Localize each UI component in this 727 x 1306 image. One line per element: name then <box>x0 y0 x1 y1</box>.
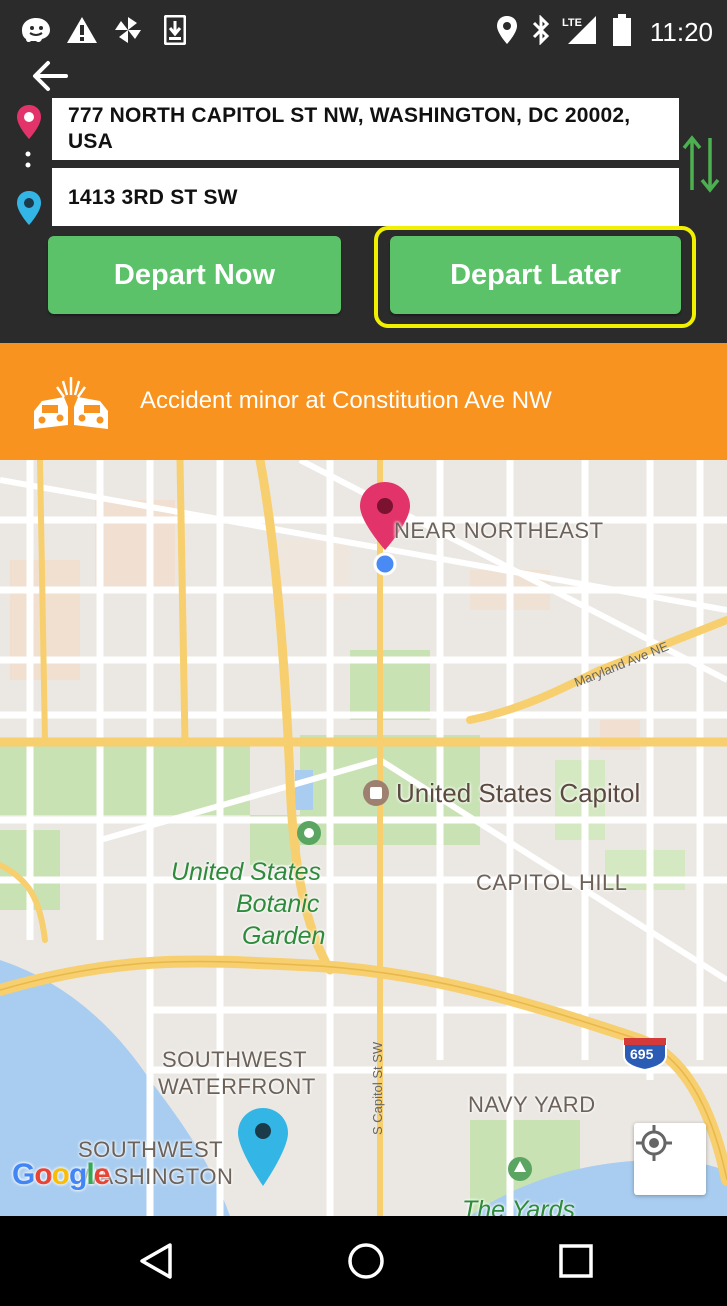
pinwheel-icon <box>110 14 146 46</box>
botanic-line2: Botanic <box>236 890 320 918</box>
label-the-yards: The Yards <box>462 1196 576 1216</box>
sw-waterfront-line2: WATERFRONT <box>158 1074 316 1099</box>
to-address-field[interactable]: 1413 3RD ST SW <box>52 168 679 226</box>
label-sw-waterfront: SOUTHWEST WATERFRONT <box>158 1046 316 1100</box>
alert-text: Accident minor at Constitution Ave NW <box>140 387 552 414</box>
google-letter: o <box>34 1158 52 1191</box>
status-bar: LTE 11:20 <box>0 0 727 60</box>
destination-pin-icon <box>16 190 42 226</box>
location-icon <box>494 14 520 46</box>
nav-recents-button[interactable] <box>546 1236 606 1286</box>
home-circle-icon <box>348 1243 384 1279</box>
back-button[interactable] <box>30 60 82 92</box>
system-nav-bar <box>0 1216 727 1306</box>
bluetooth-icon <box>528 14 554 46</box>
car-crash-icon <box>30 373 112 433</box>
nav-home-button[interactable] <box>336 1236 396 1286</box>
crosshair-icon <box>636 1125 672 1161</box>
current-location-dot <box>373 552 397 576</box>
route-dots <box>24 148 32 172</box>
botanic-line1: United States <box>170 858 322 886</box>
google-letter: o <box>51 1158 70 1191</box>
map-canvas <box>0 460 727 1216</box>
depart-later-button[interactable]: Depart Later <box>390 236 681 314</box>
clock: 11:20 <box>649 17 713 47</box>
botanic-line3: Garden <box>242 922 326 950</box>
sw-waterfront-line1: SOUTHWEST <box>162 1047 308 1072</box>
label-interstate: 695 <box>630 1046 654 1062</box>
label-capitol-hill: CAPITOL HILL <box>476 870 628 895</box>
back-triangle-icon <box>140 1243 172 1279</box>
traffic-alert-banner[interactable]: Accident minor at Constitution Ave NW <box>0 343 727 460</box>
waze-icon <box>18 14 54 46</box>
warning-icon <box>64 14 100 46</box>
route-map[interactable]: NEAR NORTHEAST United States Capitol Uni… <box>0 460 727 1216</box>
my-location-button[interactable] <box>634 1123 706 1195</box>
label-near-northeast: NEAR NORTHEAST <box>394 518 604 543</box>
battery-icon <box>610 14 634 46</box>
google-letter: g <box>69 1158 87 1191</box>
google-letter: l <box>86 1158 94 1191</box>
google-letter: G <box>12 1158 35 1191</box>
google-logo: Google <box>12 1158 111 1192</box>
label-botanic-garden: United States Botanic Garden <box>166 856 326 952</box>
route-header: 777 NORTH CAPITOL ST NW, WASHINGTON, DC … <box>0 60 727 343</box>
download-icon <box>160 14 190 46</box>
from-address-field[interactable]: 777 NORTH CAPITOL ST NW, WASHINGTON, DC … <box>52 98 679 160</box>
swap-vertical-icon <box>682 135 720 193</box>
origin-pin-icon <box>16 104 42 140</box>
label-s-capitol-st: S Capitol St SW <box>370 1041 385 1135</box>
signal-icon: LTE <box>560 14 600 46</box>
label-navy-yard: NAVY YARD <box>468 1092 596 1117</box>
recents-square-icon <box>559 1244 593 1278</box>
label-capitol: United States Capitol <box>396 778 641 808</box>
google-letter: e <box>93 1158 111 1191</box>
network-label: LTE <box>562 17 582 29</box>
swap-button[interactable] <box>680 132 722 196</box>
depart-now-button[interactable]: Depart Now <box>48 236 341 314</box>
arrow-left-icon <box>33 61 68 91</box>
nav-back-button[interactable] <box>126 1236 186 1286</box>
